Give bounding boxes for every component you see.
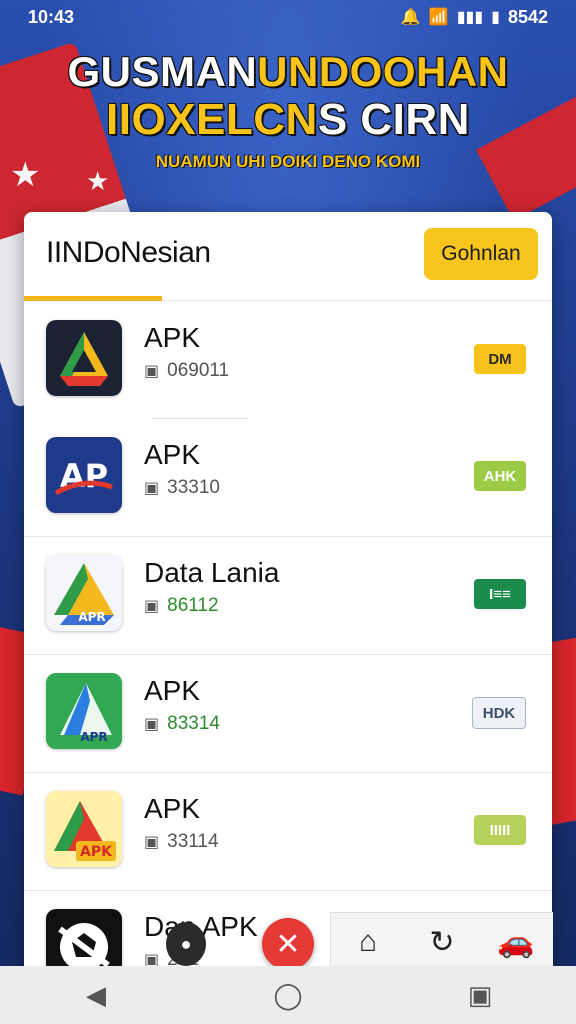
app-name: APK bbox=[144, 675, 201, 706]
download-badge[interactable]: HDK bbox=[472, 697, 526, 729]
download-badge[interactable]: AHK bbox=[474, 461, 526, 491]
app-name: APK bbox=[144, 322, 201, 353]
signal-icon: ▮▮▮ bbox=[456, 9, 484, 26]
calendar-icon: ▣ bbox=[144, 834, 160, 851]
card-title: IINDoNesian bbox=[46, 236, 211, 269]
promo-banner: GUSMANUNDOOHAN IIOXELCNS CIRN NUAMUN UHI… bbox=[0, 48, 576, 172]
app-list-card: IINDoNesian Gohnlan APK ▣ 069011 DM AP A… bbox=[24, 212, 552, 982]
drive-app-icon: APR bbox=[46, 555, 122, 631]
list-item[interactable]: APR Data Lania ▣ 86112 I≡≡ bbox=[24, 537, 552, 655]
banner-line-2: IIOXELCNS CIRN bbox=[106, 95, 470, 144]
download-badge[interactable]: IIIII bbox=[474, 815, 526, 845]
app-meta: ▣ 069011 bbox=[144, 360, 230, 381]
list-item[interactable]: APK ▣ 069011 DM bbox=[24, 302, 552, 419]
list-item[interactable]: AP APK ▣ 33310 AHK bbox=[24, 419, 552, 537]
back-icon[interactable]: ◀ bbox=[66, 970, 126, 1020]
wifi-icon: 📶 bbox=[428, 9, 449, 26]
svg-text:APR: APR bbox=[78, 610, 105, 624]
refresh-icon[interactable]: ↻ bbox=[417, 925, 467, 960]
apk-app-icon: APK bbox=[46, 791, 122, 867]
app-meta: ▣ 86112 bbox=[144, 595, 219, 616]
app-list: APK ▣ 069011 DM AP APK ▣ 33310 AHK APR D… bbox=[24, 302, 552, 982]
home-icon[interactable]: ◯ bbox=[258, 970, 318, 1020]
status-icons: 🔔 📶 ▮▮▮ ▮ 8542 bbox=[401, 7, 548, 28]
camera-icon[interactable]: ⌂ bbox=[343, 925, 393, 959]
recents-icon[interactable]: ▣ bbox=[450, 970, 510, 1020]
calendar-icon: ▣ bbox=[144, 598, 160, 615]
battery-icon: ▮ bbox=[491, 9, 500, 26]
list-item[interactable]: APR APK ▣ 83314 HDK bbox=[24, 655, 552, 773]
list-item[interactable]: APK APK ▣ 33114 IIIII bbox=[24, 773, 552, 891]
status-bar: 10:43 🔔 📶 ▮▮▮ ▮ 8542 bbox=[0, 0, 576, 34]
status-time: 10:43 bbox=[28, 6, 75, 27]
active-tab-indicator bbox=[24, 296, 162, 301]
status-right-text: 8542 bbox=[507, 6, 548, 27]
car-icon[interactable]: 🚗 bbox=[491, 925, 541, 960]
svg-text:APK: APK bbox=[80, 844, 113, 860]
drive-app-icon bbox=[46, 320, 122, 396]
card-header: IINDoNesian Gohnlan bbox=[24, 212, 552, 301]
app-name: Data Lania bbox=[144, 557, 280, 588]
calendar-icon: ▣ bbox=[144, 716, 160, 733]
system-nav-bar: ◀ ◯ ▣ bbox=[0, 966, 576, 1024]
go-button[interactable]: Gohnlan bbox=[424, 228, 538, 280]
user-icon[interactable]: ● bbox=[166, 922, 206, 966]
apk-app-icon: APR bbox=[46, 673, 122, 749]
calendar-icon: ▣ bbox=[144, 480, 160, 497]
app-meta: ▣ 33114 bbox=[144, 831, 219, 852]
apk-app-icon: AP bbox=[46, 437, 122, 513]
download-badge[interactable]: I≡≡ bbox=[474, 579, 526, 609]
close-icon[interactable]: ✕ bbox=[262, 918, 314, 970]
banner-line-3: NUAMUN UHI DOIKI DENO KOMI bbox=[155, 152, 421, 171]
svg-text:APR: APR bbox=[80, 730, 107, 744]
download-badge[interactable]: DM bbox=[474, 344, 526, 374]
app-meta: ▣ 33310 bbox=[144, 477, 220, 498]
notification-icon: 🔔 bbox=[400, 9, 421, 26]
calendar-icon: ▣ bbox=[144, 363, 160, 380]
app-name: APK bbox=[144, 793, 201, 824]
bottom-action-tray: ⌂ ↻ 🚗 bbox=[330, 912, 553, 971]
app-name: APK bbox=[144, 439, 201, 470]
app-meta: ▣ 83314 bbox=[144, 713, 220, 734]
banner-line-1: GUSMANUNDOOHAN bbox=[67, 48, 509, 95]
